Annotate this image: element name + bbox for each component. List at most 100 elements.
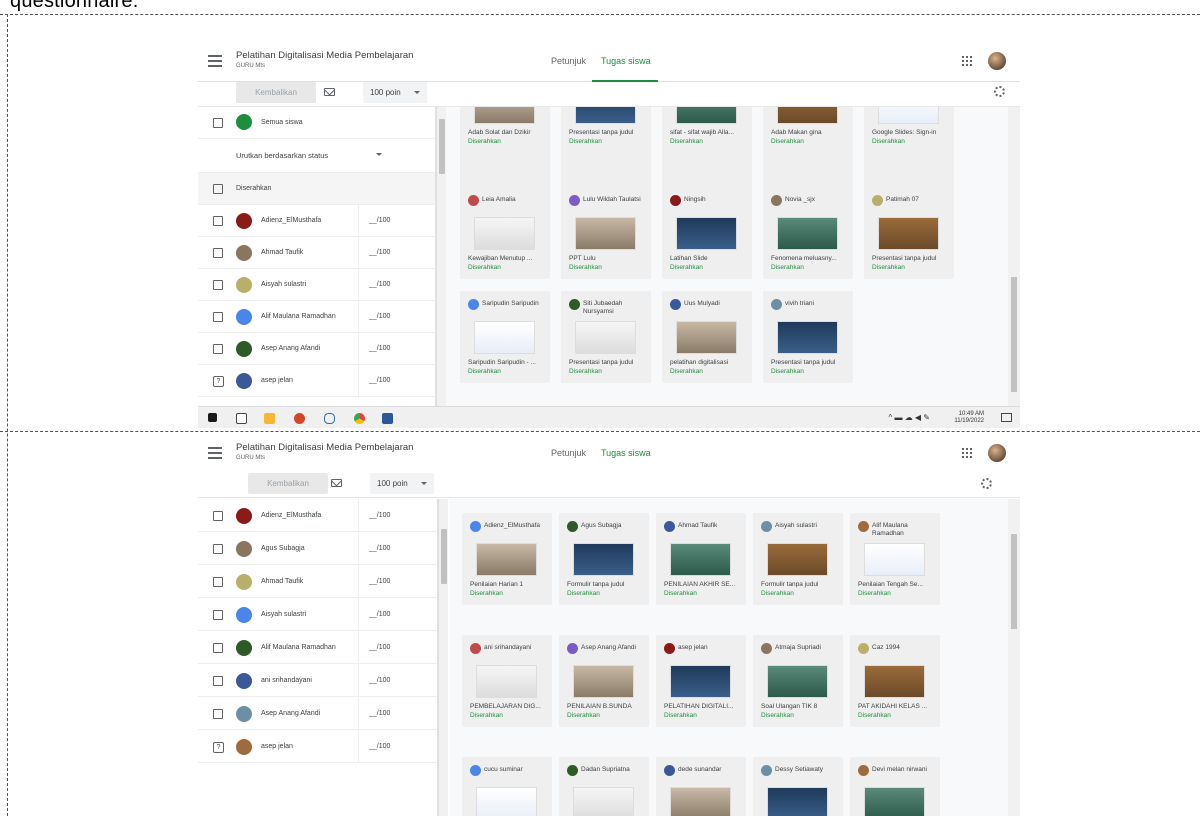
attachment-thumbnail[interactable] <box>474 107 535 124</box>
attachment-thumbnail[interactable] <box>767 543 828 576</box>
student-row[interactable]: Asep Anang Afandi __/100 <box>198 333 435 365</box>
student-score[interactable]: __/100 <box>358 532 436 565</box>
student-row[interactable]: Ahmad Taufik __/100 <box>198 237 435 269</box>
sort-dropdown[interactable]: Urutkan berdasarkan status <box>236 151 328 160</box>
student-row[interactable]: Ahmad Taufik __/100 <box>198 565 436 598</box>
left-scrollbar[interactable] <box>436 107 446 428</box>
attachment-thumbnail[interactable] <box>676 107 737 124</box>
student-score[interactable]: __/100 <box>358 730 436 763</box>
submission-card[interactable]: Lulu Wildah Taulatsi PPT Lulu Diserahkan <box>561 187 651 279</box>
email-icon[interactable] <box>324 88 335 96</box>
attachment-thumbnail[interactable] <box>573 665 634 698</box>
email-icon[interactable] <box>331 479 342 487</box>
student-score[interactable]: __/100 <box>358 333 435 365</box>
submission-card[interactable]: Leia Amalia Kewajiban Menutup ... Diserahk… <box>460 187 550 279</box>
attachment-thumbnail[interactable] <box>878 217 939 250</box>
attachment-thumbnail[interactable] <box>676 217 737 250</box>
submission-card[interactable]: Siti Jubaedah Nursyamsi Presentasi tanpa … <box>561 291 651 383</box>
settings-gear-icon[interactable] <box>981 478 992 489</box>
submission-card[interactable]: cucu suminar <box>462 757 552 816</box>
student-checkbox[interactable] <box>213 675 223 686</box>
submission-card[interactable]: Presentasi tanpa judul Diserahkan <box>561 107 651 189</box>
tab-instructions[interactable]: Petunjuk <box>551 56 586 66</box>
tab-student-work[interactable]: Tugas siswa <box>601 448 651 458</box>
student-checkbox[interactable] <box>213 216 223 226</box>
student-row[interactable]: Adienz_ElMusthafa __/100 <box>198 205 435 237</box>
student-checkbox[interactable] <box>213 248 223 258</box>
student-checkbox[interactable] <box>213 543 223 554</box>
submission-card[interactable]: Adab Solat dan Dzikir Diserahkan <box>460 107 550 189</box>
attachment-thumbnail[interactable] <box>670 787 731 816</box>
help-checkbox[interactable]: ? <box>213 376 224 387</box>
chrome-icon[interactable] <box>354 413 365 424</box>
system-tray-icons[interactable]: ^ ▬ ☁ ◀ ✎ <box>889 413 931 422</box>
attachment-thumbnail[interactable] <box>476 787 537 816</box>
points-dropdown[interactable]: 100 poin <box>370 473 434 494</box>
student-score[interactable]: __/100 <box>358 205 435 237</box>
student-score[interactable]: __/100 <box>358 269 435 301</box>
submission-card[interactable]: Devi melan nirwani <box>850 757 940 816</box>
student-score[interactable]: __/100 <box>358 664 436 697</box>
submission-card[interactable]: Dadan Supriatna <box>559 757 649 816</box>
student-checkbox[interactable] <box>213 280 223 290</box>
submission-card[interactable]: Aisyah sulastri Formulir tanpa judul Diser… <box>753 513 843 605</box>
student-row[interactable]: ? asep jelan __/100 <box>198 365 435 397</box>
attachment-thumbnail[interactable] <box>777 107 838 124</box>
student-row[interactable]: Alif Maulana Ramadhan __/100 <box>198 631 436 664</box>
student-checkbox[interactable] <box>213 642 223 653</box>
section-checkbox[interactable] <box>213 184 223 194</box>
student-checkbox[interactable] <box>213 609 223 620</box>
windows-start-icon[interactable] <box>208 413 217 422</box>
submission-card[interactable]: Saripudin Saripudin Saripudin Saripudin -… <box>460 291 550 383</box>
clock[interactable]: 10:49 AM 11/19/2022 <box>954 411 984 425</box>
student-row[interactable]: Adienz_ElMusthafa __/100 <box>198 499 436 532</box>
app-icon[interactable] <box>324 413 335 424</box>
word-icon[interactable] <box>382 413 393 424</box>
submission-card[interactable]: Google Slides: Sign-in Diserahkan <box>864 107 954 189</box>
attachment-thumbnail[interactable] <box>575 321 636 354</box>
attachment-thumbnail[interactable] <box>573 543 634 576</box>
student-score[interactable]: __/100 <box>358 301 435 333</box>
submission-card[interactable]: Asep Anang Afandi PENILAIAN B.SUNDA Disera… <box>559 635 649 727</box>
student-row[interactable]: Alif Maulana Ramadhan __/100 <box>198 301 435 333</box>
student-checkbox[interactable] <box>213 708 223 719</box>
attachment-thumbnail[interactable] <box>575 107 636 124</box>
tab-instructions[interactable]: Petunjuk <box>551 448 586 458</box>
student-row[interactable]: Agus Subagja __/100 <box>198 532 436 565</box>
attachment-thumbnail[interactable] <box>575 217 636 250</box>
student-score[interactable]: __/100 <box>358 565 436 598</box>
submission-card[interactable]: Atmaja Supriadi Soal Ulangan TIK 8 Diserah… <box>753 635 843 727</box>
attachment-thumbnail[interactable] <box>864 543 925 576</box>
submission-card[interactable]: sifat - sifat wajib Alla... Diserahkan <box>662 107 752 189</box>
submission-card[interactable]: Novia _sjx Fenomena meluasny... Diserahkan <box>763 187 853 279</box>
student-row[interactable]: Aisyah sulastri __/100 <box>198 598 436 631</box>
attachment-thumbnail[interactable] <box>474 321 535 354</box>
apps-grid-icon[interactable] <box>962 448 972 458</box>
student-row[interactable]: ? asep jelan __/100 <box>198 730 436 763</box>
submission-card[interactable]: Alif Maulana Ramadhan Penilaian Tengah Se… <box>850 513 940 605</box>
submission-card[interactable]: dede sunandar <box>656 757 746 816</box>
points-dropdown[interactable]: 100 poin <box>363 82 427 103</box>
attachment-thumbnail[interactable] <box>878 107 939 124</box>
student-row[interactable]: Aisyah sulastri __/100 <box>198 269 435 301</box>
student-score[interactable]: __/100 <box>358 631 436 664</box>
submission-card[interactable]: Dessy Setiawaty <box>753 757 843 816</box>
right-scrollbar[interactable] <box>1008 499 1020 816</box>
submission-card[interactable]: Agus Subagja Formulir tanpa judul Diserahk… <box>559 513 649 605</box>
return-button[interactable]: Kembalikan <box>236 82 316 103</box>
tab-student-work[interactable]: Tugas siswa <box>601 56 651 66</box>
student-row[interactable]: ani srihandayani __/100 <box>198 664 436 697</box>
user-avatar[interactable] <box>988 52 1006 70</box>
sort-row[interactable]: Urutkan berdasarkan status <box>198 139 435 173</box>
submission-card[interactable]: Uus Mulyadi pelatihan digitalisasi Diserah… <box>662 291 752 383</box>
attachment-thumbnail[interactable] <box>767 787 828 816</box>
student-checkbox[interactable] <box>213 344 223 354</box>
attachment-thumbnail[interactable] <box>670 665 731 698</box>
submission-card[interactable]: Ningsih Latihan Slide Diserahkan <box>662 187 752 279</box>
student-checkbox[interactable] <box>213 312 223 322</box>
attachment-thumbnail[interactable] <box>573 787 634 816</box>
student-checkbox[interactable] <box>213 576 223 587</box>
submission-card[interactable]: Adab Makan gina Diserahkan <box>763 107 853 189</box>
submission-card[interactable]: Caz 1994 PAT AKIDAHI KELAS ... Diserahkan <box>850 635 940 727</box>
attachment-thumbnail[interactable] <box>474 217 535 250</box>
